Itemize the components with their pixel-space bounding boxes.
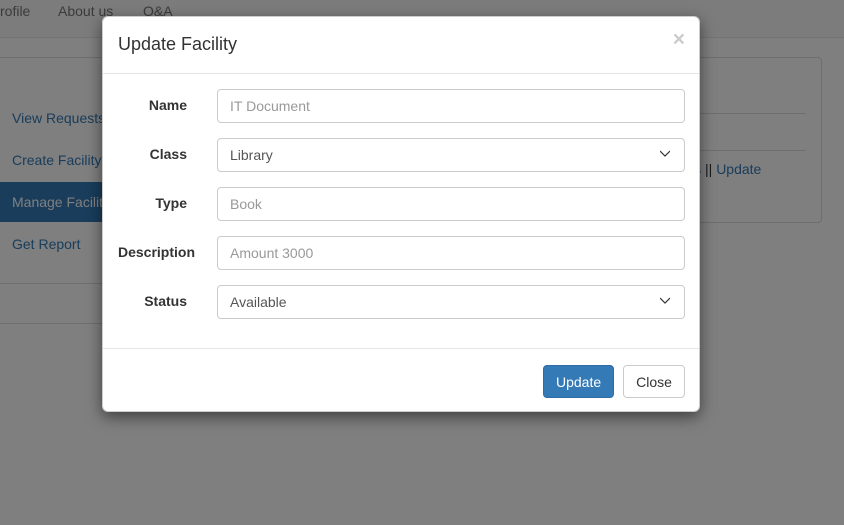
type-input[interactable] <box>217 187 685 221</box>
chevron-down-icon <box>660 297 670 304</box>
status-row: Status Available <box>103 285 699 319</box>
close-button[interactable]: Close <box>623 365 685 398</box>
chevron-down-icon <box>660 150 670 157</box>
name-row: Name <box>103 89 699 123</box>
modal-title: Update Facility <box>118 34 238 54</box>
description-input[interactable] <box>217 236 685 270</box>
name-label: Name <box>148 97 187 113</box>
name-input[interactable] <box>217 89 685 123</box>
close-icon[interactable]: × <box>673 29 685 50</box>
class-select[interactable]: Library <box>217 138 685 172</box>
class-label: Class <box>149 146 187 162</box>
modal-header: Update Facility × <box>103 17 699 74</box>
update-facility-modal: Update Facility × Name Class Library Typ… <box>102 16 700 412</box>
status-select-value: Available <box>230 294 287 310</box>
class-select-value: Library <box>230 147 273 163</box>
description-row: Description <box>103 236 699 270</box>
update-button[interactable]: Update <box>543 365 614 398</box>
class-row: Class Library <box>103 138 699 172</box>
modal-footer: Update Close <box>103 348 699 412</box>
type-row: Type <box>103 187 699 221</box>
status-label: Status <box>144 293 187 309</box>
type-label: Type <box>155 195 187 211</box>
status-select[interactable]: Available <box>217 285 685 319</box>
description-label: Description <box>117 244 195 260</box>
